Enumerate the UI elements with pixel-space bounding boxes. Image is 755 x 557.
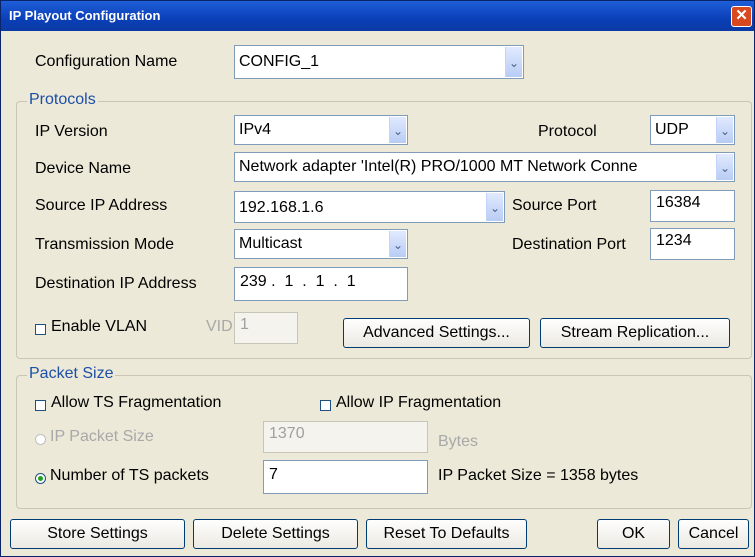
- vid-input[interactable]: 1: [234, 312, 298, 344]
- source-ip-value: 192.168.1.6: [239, 199, 324, 216]
- source-ip-select[interactable]: 192.168.1.6 ⌄: [234, 191, 505, 223]
- ip-packet-size-label: IP Packet Size: [50, 428, 154, 445]
- source-port-label: Source Port: [512, 197, 597, 214]
- enable-vlan-checkbox[interactable]: [35, 324, 46, 335]
- enable-vlan-label: Enable VLAN: [51, 318, 148, 335]
- config-name-label: Configuration Name: [35, 53, 178, 70]
- ip-version-select[interactable]: IPv4 ⌄: [234, 115, 408, 145]
- store-settings-button[interactable]: Store Settings: [10, 519, 185, 549]
- num-ts-packets-radio[interactable]: [35, 473, 46, 484]
- source-port-input[interactable]: 16384: [650, 190, 735, 222]
- destination-ip-input[interactable]: 239 . 1 . 1 . 1: [234, 267, 408, 301]
- ip-packet-size-input[interactable]: 1370: [263, 421, 428, 453]
- destination-port-label: Destination Port: [512, 236, 626, 253]
- packet-size-group-label: Packet Size: [27, 365, 116, 383]
- ip-version-value: IPv4: [239, 121, 272, 138]
- source-ip-label: Source IP Address: [35, 197, 168, 214]
- allow-ip-fragmentation-checkbox[interactable]: [320, 400, 331, 411]
- close-icon[interactable]: ✕: [731, 6, 752, 27]
- protocol-value: UDP: [655, 121, 689, 138]
- device-name-label: Device Name: [35, 160, 132, 177]
- device-name-value: Network adapter 'Intel(R) PRO/1000 MT Ne…: [239, 158, 638, 175]
- bytes-unit-label: Bytes: [438, 433, 479, 450]
- destination-port-input[interactable]: 1234: [650, 228, 735, 260]
- ok-button[interactable]: OK: [597, 519, 670, 549]
- protocol-select[interactable]: UDP ⌄: [650, 115, 735, 145]
- ip-version-label: IP Version: [35, 123, 108, 140]
- cancel-button[interactable]: Cancel: [678, 519, 749, 549]
- stream-replication-button[interactable]: Stream Replication...: [540, 318, 730, 348]
- vid-label: VID: [206, 318, 233, 335]
- advanced-settings-button[interactable]: Advanced Settings...: [343, 318, 530, 348]
- reset-defaults-button[interactable]: Reset To Defaults: [366, 519, 527, 549]
- transmission-mode-label: Transmission Mode: [35, 236, 175, 253]
- config-name-combo[interactable]: CONFIG_1 ⌄: [234, 45, 524, 79]
- chevron-down-icon[interactable]: ⌄: [505, 47, 522, 77]
- chevron-down-icon[interactable]: ⌄: [716, 154, 733, 180]
- allow-ts-fragmentation-checkbox[interactable]: [35, 400, 46, 411]
- chevron-down-icon[interactable]: ⌄: [389, 231, 406, 257]
- computed-packet-size-label: IP Packet Size = 1358 bytes: [438, 467, 639, 484]
- destination-ip-label: Destination IP Address: [35, 275, 197, 292]
- device-name-select[interactable]: Network adapter 'Intel(R) PRO/1000 MT Ne…: [234, 152, 735, 182]
- num-ts-packets-input[interactable]: 7: [263, 460, 428, 494]
- title-bar[interactable]: IP Playout Configuration ✕: [1, 1, 754, 31]
- num-ts-packets-label: Number of TS packets: [50, 467, 209, 484]
- allow-ip-fragmentation-label: Allow IP Fragmentation: [336, 394, 502, 411]
- protocol-label: Protocol: [538, 123, 597, 140]
- transmission-mode-value: Multicast: [239, 235, 303, 252]
- window-title: IP Playout Configuration: [9, 8, 161, 23]
- config-name-value: CONFIG_1: [239, 53, 320, 70]
- chevron-down-icon[interactable]: ⌄: [716, 117, 733, 143]
- chevron-down-icon[interactable]: ⌄: [389, 117, 406, 143]
- chevron-down-icon[interactable]: ⌄: [486, 193, 503, 221]
- protocols-group-label: Protocols: [27, 91, 98, 109]
- dialog-window: IP Playout Configuration ✕ Configuration…: [0, 0, 755, 557]
- transmission-mode-select[interactable]: Multicast ⌄: [234, 229, 408, 259]
- allow-ts-fragmentation-label: Allow TS Fragmentation: [51, 394, 222, 411]
- delete-settings-button[interactable]: Delete Settings: [193, 519, 358, 549]
- ip-packet-size-radio[interactable]: [35, 434, 46, 445]
